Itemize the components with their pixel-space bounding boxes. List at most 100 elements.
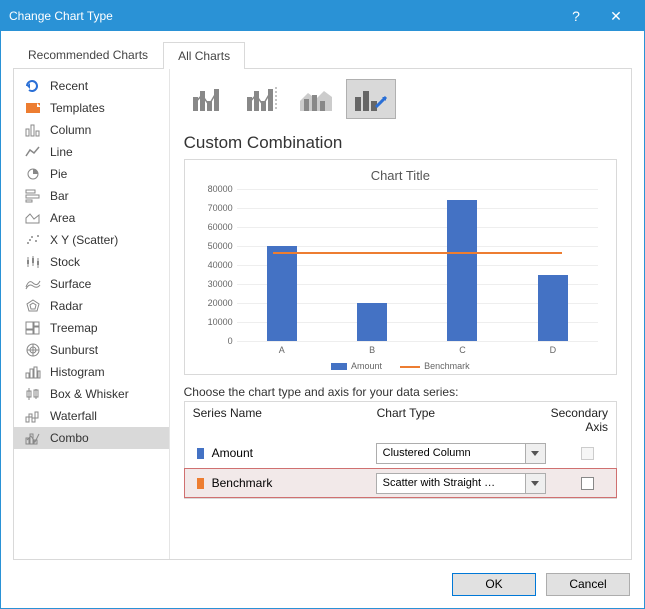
sidebar-item-sunburst[interactable]: Sunburst — [14, 339, 169, 361]
header-chart-type: Chart Type — [377, 406, 551, 434]
sidebar-item-label: Surface — [50, 277, 91, 291]
secondary-axis-checkbox[interactable] — [581, 447, 594, 460]
sidebar-icon — [24, 144, 42, 160]
subtype-clustered-column-line[interactable] — [184, 79, 234, 119]
y-tick: 80000 — [195, 184, 233, 194]
sidebar-item-label: Pie — [50, 167, 67, 181]
chevron-down-icon[interactable] — [526, 473, 546, 494]
subtype-stacked-area-column[interactable] — [292, 79, 342, 119]
sidebar-item-line[interactable]: Line — [14, 141, 169, 163]
sidebar-item-recent[interactable]: Recent — [14, 75, 169, 97]
y-tick: 0 — [195, 336, 233, 346]
sidebar-item-label: Combo — [50, 431, 89, 445]
change-chart-type-dialog: Change Chart Type ? ✕ Recommended Charts… — [0, 0, 645, 609]
sidebar-icon — [24, 100, 42, 116]
chart-preview: Chart Title 0100002000030000400005000060… — [184, 159, 617, 375]
chevron-down-icon[interactable] — [526, 443, 546, 464]
sidebar-icon — [24, 430, 42, 446]
titlebar: Change Chart Type ? ✕ — [1, 1, 644, 31]
combo-subtypes — [184, 77, 617, 129]
tab-recommended[interactable]: Recommended Charts — [13, 41, 163, 68]
sidebar-icon — [24, 122, 42, 138]
y-tick: 40000 — [195, 260, 233, 270]
sidebar-icon — [24, 342, 42, 358]
tab-all-charts[interactable]: All Charts — [163, 42, 245, 69]
sidebar-item-bar[interactable]: Bar — [14, 185, 169, 207]
series-swatch — [197, 478, 204, 489]
chart-type-dropdown[interactable]: Scatter with Straight … — [376, 473, 546, 494]
legend-benchmark-swatch — [400, 366, 420, 368]
sidebar-item-label: Line — [50, 145, 73, 159]
series-table: Series Name Chart Type Secondary Axis Am… — [184, 401, 617, 499]
sidebar-item-label: Treemap — [50, 321, 98, 335]
chart-x-labels: ABCD — [237, 341, 598, 355]
x-label: B — [327, 341, 417, 355]
sidebar-item-column[interactable]: Column — [14, 119, 169, 141]
chart-type-value: Clustered Column — [376, 443, 526, 464]
y-tick: 10000 — [195, 317, 233, 327]
series-caption: Choose the chart type and axis for your … — [184, 385, 617, 399]
sidebar-item-templates[interactable]: Templates — [14, 97, 169, 119]
tabs: Recommended Charts All Charts — [13, 41, 632, 69]
subtype-custom-combination[interactable] — [346, 79, 396, 119]
sidebar-item-label: X Y (Scatter) — [50, 233, 118, 247]
sidebar-item-pie[interactable]: Pie — [14, 163, 169, 185]
chart-title: Chart Title — [195, 168, 606, 183]
chart-type-value: Scatter with Straight … — [376, 473, 526, 494]
sidebar-item-histogram[interactable]: Histogram — [14, 361, 169, 383]
sidebar-icon — [24, 386, 42, 402]
x-label: D — [508, 341, 598, 355]
legend-amount: Amount — [331, 361, 382, 371]
ok-button[interactable]: OK — [452, 573, 536, 596]
help-button[interactable]: ? — [556, 8, 596, 24]
sidebar-icon — [24, 408, 42, 424]
sidebar-icon — [24, 78, 42, 94]
series-name-label: Benchmark — [212, 476, 376, 490]
legend-benchmark: Benchmark — [400, 361, 470, 371]
series-row-benchmark[interactable]: BenchmarkScatter with Straight … — [184, 468, 617, 498]
secondary-axis-checkbox[interactable] — [581, 477, 594, 490]
sidebar-item-label: Histogram — [50, 365, 105, 379]
series-name-label: Amount — [212, 446, 376, 460]
sidebar-item-waterfall[interactable]: Waterfall — [14, 405, 169, 427]
x-label: A — [237, 341, 327, 355]
x-label: C — [417, 341, 507, 355]
benchmark-line — [273, 252, 562, 254]
subtype-clustered-column-line-secondary[interactable] — [238, 79, 288, 119]
sidebar-item-area[interactable]: Area — [14, 207, 169, 229]
header-series-name: Series Name — [193, 406, 377, 434]
chart-type-sidebar: Recent Templates Column Line Pie Bar Area X Y (… — [14, 69, 170, 559]
sidebar-item-label: Radar — [50, 299, 83, 313]
y-tick: 60000 — [195, 222, 233, 232]
bar-C — [447, 200, 477, 341]
sidebar-item-label: Recent — [50, 79, 88, 93]
cancel-button[interactable]: Cancel — [546, 573, 630, 596]
sidebar-item-box-whisker[interactable]: Box & Whisker — [14, 383, 169, 405]
sidebar-item-combo[interactable]: Combo — [14, 427, 169, 449]
y-tick: 20000 — [195, 298, 233, 308]
sidebar-icon — [24, 298, 42, 314]
sidebar-item-label: Bar — [50, 189, 69, 203]
sidebar-item-label: Column — [50, 123, 91, 137]
sidebar-item-radar[interactable]: Radar — [14, 295, 169, 317]
y-tick: 50000 — [195, 241, 233, 251]
series-row-amount[interactable]: AmountClustered Column — [185, 438, 616, 468]
legend-amount-swatch — [331, 363, 347, 370]
sidebar-icon — [24, 188, 42, 204]
sidebar-item-stock[interactable]: Stock — [14, 251, 169, 273]
sidebar-item-surface[interactable]: Surface — [14, 273, 169, 295]
chart-type-dropdown[interactable]: Clustered Column — [376, 443, 546, 464]
dialog-footer: OK Cancel — [1, 560, 644, 608]
sidebar-icon — [24, 232, 42, 248]
sidebar-item-x-y-scatter-[interactable]: X Y (Scatter) — [14, 229, 169, 251]
bar-A — [267, 246, 297, 341]
sidebar-item-label: Sunburst — [50, 343, 98, 357]
chart-plot-area: 0100002000030000400005000060000700008000… — [237, 189, 598, 341]
series-table-header: Series Name Chart Type Secondary Axis — [185, 402, 616, 438]
sidebar-item-treemap[interactable]: Treemap — [14, 317, 169, 339]
header-secondary-axis: Secondary Axis — [551, 406, 608, 434]
sidebar-item-label: Box & Whisker — [50, 387, 129, 401]
chart-legend: Amount Benchmark — [195, 361, 606, 371]
sidebar-icon — [24, 276, 42, 292]
close-button[interactable]: ✕ — [596, 8, 636, 25]
